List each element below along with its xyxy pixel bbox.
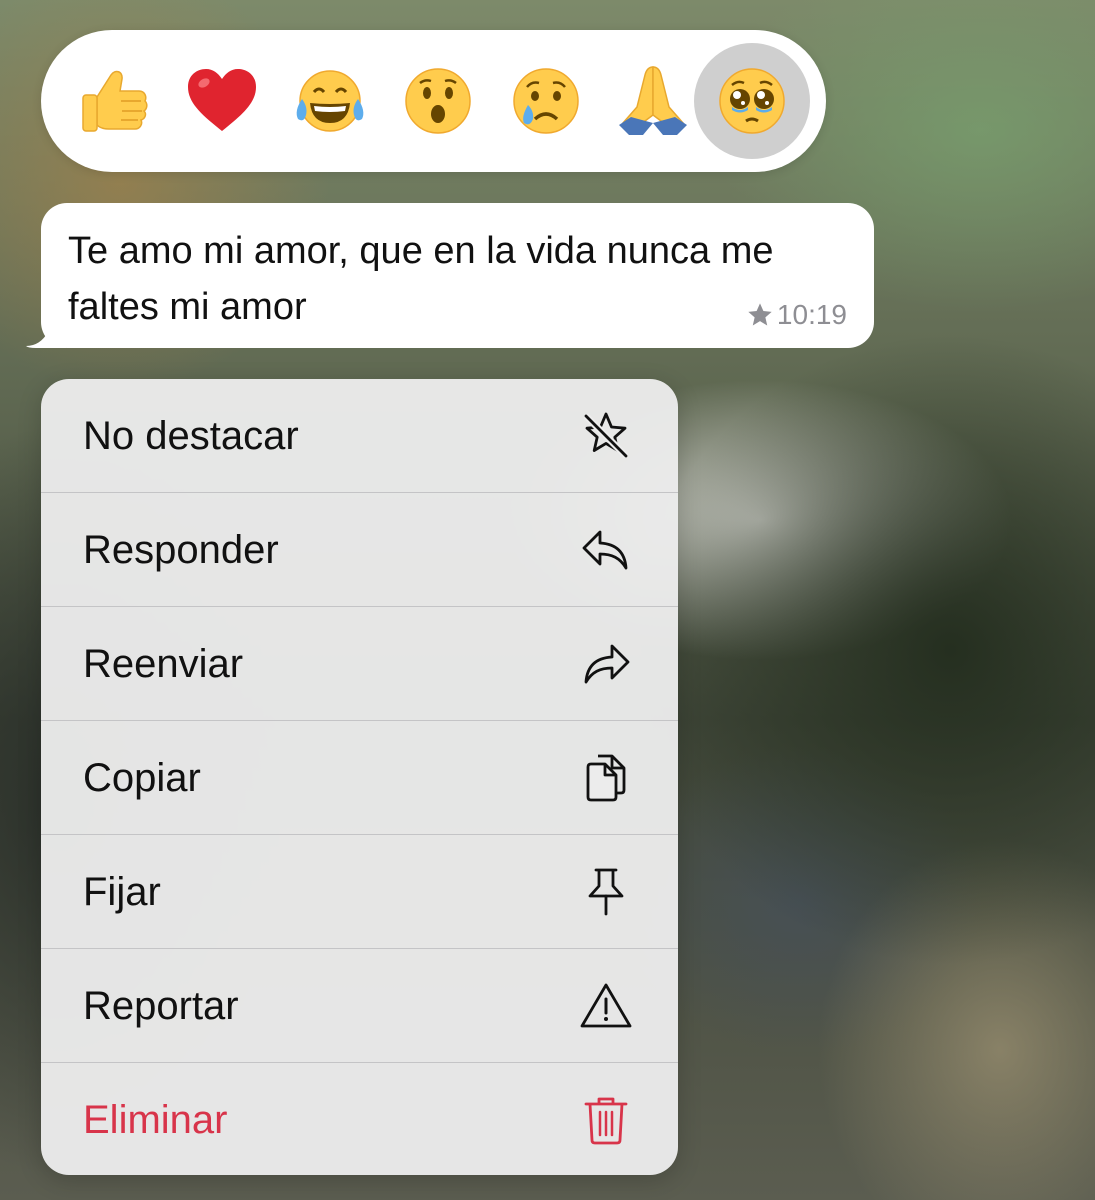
reply-icon	[582, 530, 628, 570]
context-menu: No destacar Responder Reenviar Copiar Fi…	[41, 379, 678, 1175]
reaction-tears-of-joy[interactable]	[272, 43, 388, 159]
menu-item-unstar[interactable]: No destacar	[41, 379, 678, 493]
copy-icon	[586, 754, 626, 802]
menu-item-forward[interactable]: Reenviar	[41, 607, 678, 721]
star-icon	[748, 303, 772, 326]
menu-item-label: Copiar	[83, 756, 201, 800]
message-text: Te amo mi amor, que en la vida nunca me …	[68, 230, 774, 328]
message-meta: 10:19	[746, 299, 847, 331]
menu-item-copy[interactable]: Copiar	[41, 721, 678, 835]
reaction-red-heart[interactable]	[164, 43, 280, 159]
folded-hands-icon	[619, 66, 687, 135]
menu-item-label: Reportar	[83, 984, 239, 1028]
menu-item-delete[interactable]: Eliminar	[41, 1063, 678, 1175]
thumbs-up-icon	[82, 70, 148, 132]
pin-icon	[588, 868, 624, 916]
menu-item-label: No destacar	[83, 414, 299, 458]
surprised-face-icon	[405, 68, 471, 134]
menu-item-label: Reenviar	[83, 642, 244, 686]
menu-item-report[interactable]: Reportar	[41, 949, 678, 1063]
trash-icon	[584, 1097, 628, 1145]
warning-icon	[580, 983, 632, 1028]
menu-item-label: Eliminar	[83, 1098, 228, 1142]
forward-icon	[584, 644, 630, 684]
pleading-face-icon	[719, 68, 785, 134]
sad-tear-face-icon	[513, 68, 579, 134]
message-bubble[interactable]: Te amo mi amor, que en la vida nunca me …	[41, 203, 874, 348]
reaction-sad-tear-face[interactable]	[488, 43, 604, 159]
heart-icon	[188, 69, 256, 131]
reaction-thumbs-up[interactable]	[57, 43, 173, 159]
reaction-pleading-face[interactable]	[694, 43, 810, 159]
reaction-surprised-face[interactable]	[380, 43, 496, 159]
unstar-icon	[583, 412, 629, 459]
menu-item-reply[interactable]: Responder	[41, 493, 678, 607]
menu-item-label: Fijar	[83, 870, 161, 914]
reaction-bar	[41, 30, 826, 172]
message-time: 10:19	[776, 299, 847, 330]
tears-of-joy-icon	[296, 70, 364, 132]
menu-item-label: Responder	[83, 528, 279, 572]
menu-item-pin[interactable]: Fijar	[41, 835, 678, 949]
